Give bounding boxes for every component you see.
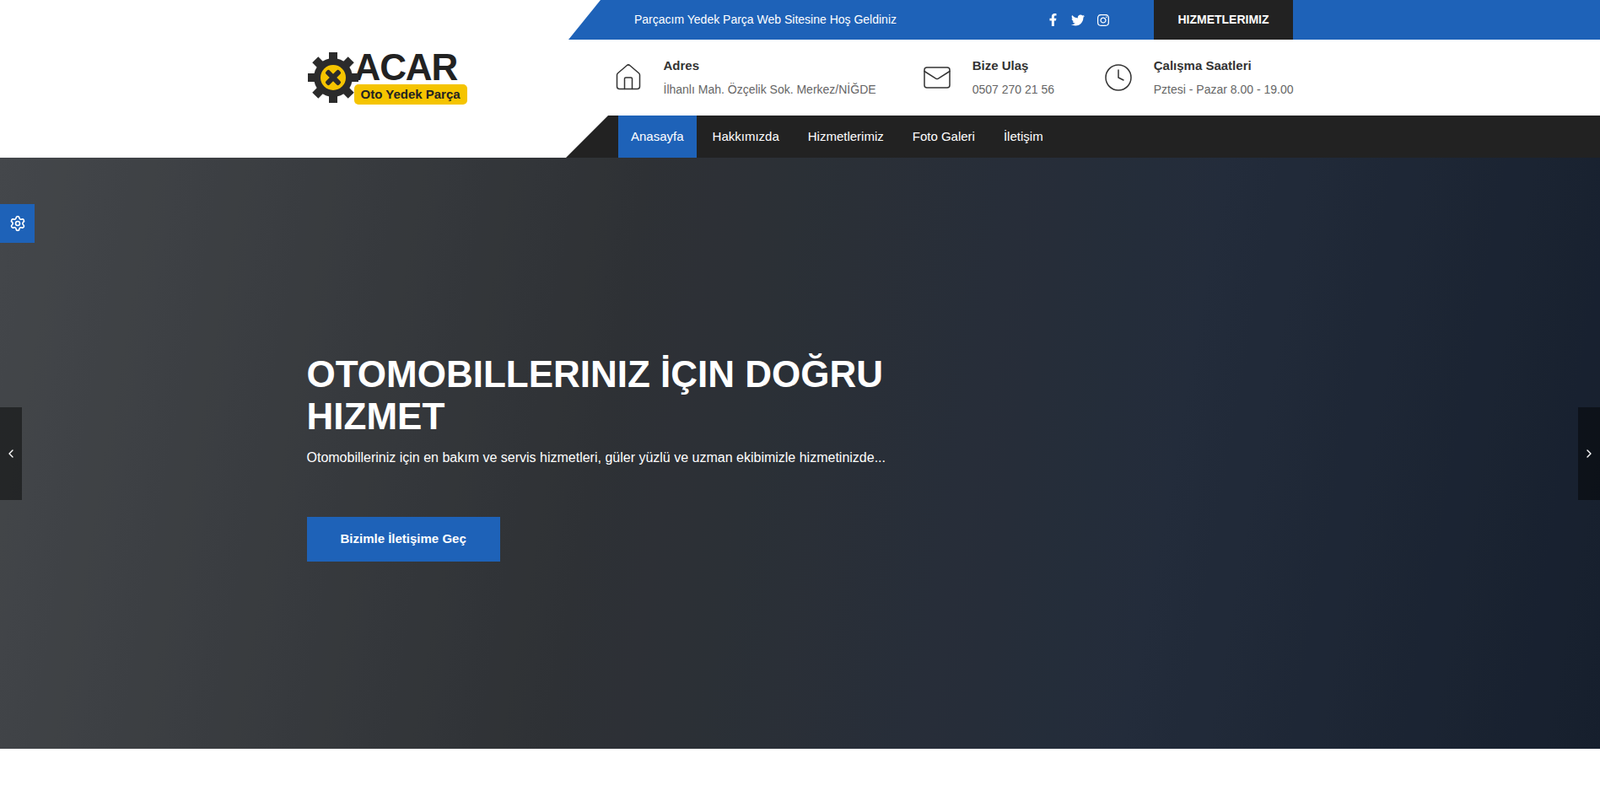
- nav-bar: AnasayfaHakkımızdaHizmetlerimizFoto Gale…: [0, 115, 1600, 158]
- contact-value: İlhanlı Mah. Özçelik Sok. Merkez/NİĞDE: [663, 80, 877, 99]
- contact-value: 0507 270 21 56: [972, 80, 1055, 99]
- page: Parçacım Yedek Parça Web Sitesine Hoş Ge…: [0, 0, 1600, 812]
- contact-label: Çalışma Saatleri: [1153, 56, 1294, 76]
- hero-title: OTOMOBILLERINIZ İÇIN DOĞRU HIZMET: [307, 353, 915, 438]
- next-slide-button[interactable]: [1578, 407, 1600, 501]
- mail-icon: [921, 62, 953, 93]
- top-bar-blue: Parçacım Yedek Parça Web Sitesine Hoş Ge…: [568, 0, 1600, 40]
- welcome-text: Parçacım Yedek Parça Web Sitesine Hoş Ge…: [634, 10, 1047, 29]
- gear-icon: [9, 215, 27, 232]
- hero-subtitle: Otomobilleriniz için en bakım ve servis …: [307, 447, 886, 469]
- hero-slider: OTOMOBILLERINIZ İÇIN DOĞRU HIZMET Otomobi…: [0, 157, 1600, 749]
- top-bar: Parçacım Yedek Parça Web Sitesine Hoş Ge…: [0, 0, 1600, 40]
- contact-label: Bize Ulaş: [972, 56, 1055, 76]
- gear-logo-icon: [307, 51, 360, 104]
- contact-item: Adres İlhanlı Mah. Özçelik Sok. Merkez/Nİ…: [613, 56, 922, 99]
- services-button[interactable]: HIZMETLERIMIZ: [1153, 0, 1293, 40]
- twitter-icon[interactable]: [1071, 13, 1085, 27]
- logo-name: ACAR: [354, 50, 468, 85]
- address-icon: [613, 62, 644, 93]
- facebook-icon[interactable]: [1046, 13, 1060, 27]
- nav-item[interactable]: Hizmetlerimiz: [795, 115, 897, 158]
- contact-item: Bize Ulaş 0507 270 21 56: [921, 56, 1104, 99]
- main-nav: AnasayfaHakkımızdaHizmetlerimizFoto Gale…: [565, 115, 1600, 158]
- contact-item: Çalışma Saatleri Pztesi - Pazar 8.00 - 19…: [1103, 56, 1294, 99]
- prev-slide-button[interactable]: [0, 407, 22, 501]
- chevron-right-icon: [1582, 447, 1596, 461]
- contact-value: Pztesi - Pazar 8.00 - 19.00: [1153, 80, 1294, 99]
- nav-item[interactable]: Hakkımızda: [700, 115, 792, 158]
- contact-label: Adres: [663, 56, 877, 76]
- nav-item[interactable]: İletişim: [991, 115, 1056, 158]
- nav-item[interactable]: Anasayfa: [618, 115, 697, 158]
- contact-button[interactable]: Bizimle İletişime Geç: [307, 517, 501, 562]
- clock-icon: [1103, 62, 1134, 93]
- social-links: [1046, 13, 1110, 27]
- logo-tagline: Oto Yedek Parça: [354, 84, 468, 106]
- nav-item[interactable]: Foto Galeri: [899, 115, 988, 158]
- chevron-left-icon: [4, 447, 18, 461]
- instagram-icon[interactable]: [1096, 13, 1110, 27]
- logo[interactable]: ACAROto Yedek Parça: [307, 50, 614, 106]
- header: ACAROto Yedek Parça Adres İlhanlı Mah. Özç…: [307, 39, 1294, 116]
- settings-toggle[interactable]: [0, 204, 35, 243]
